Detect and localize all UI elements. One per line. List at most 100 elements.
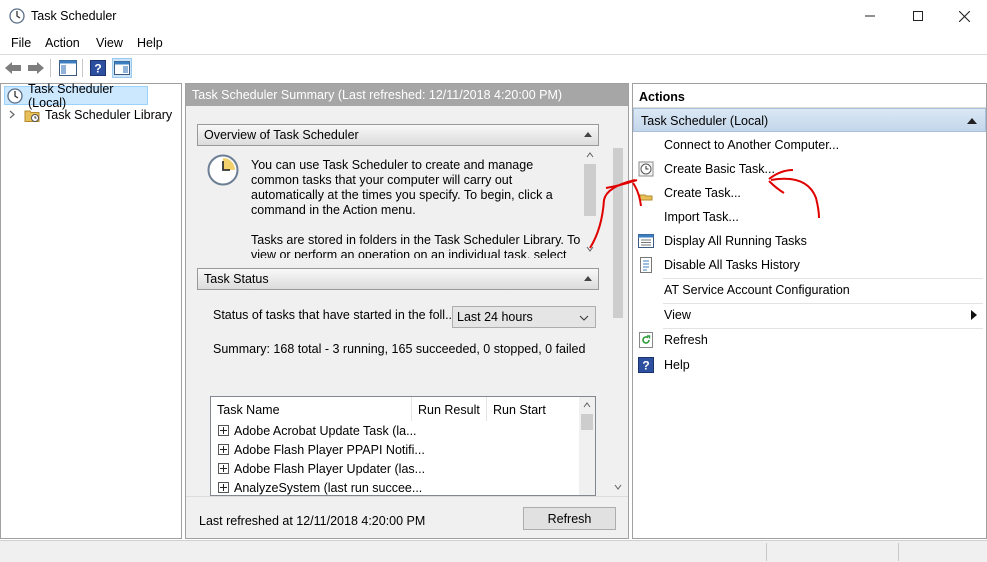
task-name-cell: Adobe Acrobat Update Task (la...	[234, 423, 417, 438]
scroll-down-icon[interactable]	[586, 246, 594, 252]
scroll-up-icon[interactable]	[586, 152, 594, 158]
summary-pane: Task Scheduler Summary (Last refreshed: …	[185, 83, 629, 539]
status-period-value: Last 24 hours	[457, 310, 533, 324]
forward-arrow-icon	[28, 62, 44, 74]
overview-scrollbar[interactable]	[582, 148, 598, 256]
action-label: Connect to Another Computer...	[664, 138, 840, 152]
status-period-select[interactable]: Last 24 hours	[452, 306, 596, 328]
column-header-run-result[interactable]: Run Result	[412, 397, 487, 421]
menu-bar: File Action View Help	[0, 32, 987, 54]
action-label: View	[664, 308, 691, 322]
refresh-button[interactable]: Refresh	[523, 507, 616, 530]
action-view[interactable]: View	[633, 303, 986, 327]
minimize-button[interactable]	[847, 0, 893, 32]
table-scrollbar[interactable]	[579, 397, 595, 495]
clock-icon	[7, 87, 23, 104]
tree-item-task-scheduler-library[interactable]: Task Scheduler Library	[9, 105, 172, 124]
toolbar: ?	[0, 54, 987, 81]
collapse-arrow-icon[interactable]	[967, 118, 977, 124]
tree-item-task-scheduler-local[interactable]: Task Scheduler (Local)	[4, 82, 148, 110]
action-disable-all-tasks-history[interactable]: Disable All Tasks History	[633, 253, 986, 277]
status-bar-separator	[898, 543, 899, 561]
back-button[interactable]	[3, 58, 23, 78]
task-status-title: Task Status	[204, 272, 269, 286]
folder-clock-icon	[24, 107, 40, 123]
column-header-run-start[interactable]: Run Start	[487, 397, 579, 421]
expand-icon[interactable]	[218, 482, 229, 493]
status-period-label: Status of tasks that have started in the…	[213, 308, 456, 322]
list-icon	[638, 233, 654, 249]
maximize-button[interactable]	[895, 0, 941, 32]
status-bar	[0, 540, 987, 562]
action-refresh[interactable]: Refresh	[633, 328, 986, 352]
action-at-service-account-configuration[interactable]: AT Service Account Configuration	[633, 278, 986, 302]
action-create-basic-task[interactable]: Create Basic Task...	[633, 157, 986, 181]
task-status-section-header[interactable]: Task Status	[197, 268, 599, 290]
toolbar-separator	[82, 59, 83, 77]
collapse-arrow-icon[interactable]	[584, 276, 592, 281]
menu-help[interactable]: Help	[137, 36, 163, 50]
summary-scrollbar[interactable]	[610, 146, 626, 494]
action-help[interactable]: ? Help	[633, 353, 986, 377]
folder-icon	[638, 185, 654, 201]
help-toolbar-button[interactable]: ?	[88, 58, 108, 78]
expand-icon[interactable]	[218, 463, 229, 474]
menu-action[interactable]: Action	[45, 36, 80, 50]
scroll-thumb[interactable]	[613, 148, 623, 318]
scroll-up-icon[interactable]	[583, 402, 591, 408]
close-button[interactable]	[941, 0, 987, 32]
action-label: Disable All Tasks History	[664, 258, 800, 272]
actions-group-label: Task Scheduler (Local)	[641, 114, 769, 128]
console-tree-icon	[59, 60, 77, 76]
action-display-all-running-tasks[interactable]: Display All Running Tasks	[633, 229, 986, 253]
overview-title: Overview of Task Scheduler	[204, 128, 359, 142]
action-label: Help	[664, 358, 690, 372]
expand-icon[interactable]	[218, 425, 229, 436]
svg-text:?: ?	[94, 62, 101, 76]
overview-body: You can use Task Scheduler to create and…	[197, 146, 599, 258]
actions-pane: Actions Task Scheduler (Local) Connect t…	[632, 83, 987, 539]
last-refreshed-text: Last refreshed at 12/11/2018 4:20:00 PM	[199, 514, 426, 528]
tree-item-label: Task Scheduler Library	[45, 107, 173, 122]
chevron-right-icon[interactable]	[9, 110, 18, 119]
expand-icon[interactable]	[218, 444, 229, 455]
collapse-arrow-icon[interactable]	[584, 132, 592, 137]
table-row[interactable]: Adobe Acrobat Update Task (la...	[211, 421, 581, 440]
actions-title: Actions	[633, 84, 986, 108]
table-row[interactable]: AnalyzeSystem (last run succee...	[211, 478, 581, 495]
action-pane-icon	[114, 61, 130, 75]
action-connect-to-another-computer[interactable]: Connect to Another Computer...	[633, 133, 986, 157]
action-label: Import Task...	[664, 210, 739, 224]
scroll-thumb[interactable]	[581, 414, 593, 430]
menu-file[interactable]: File	[11, 36, 31, 50]
table-row[interactable]: Adobe Flash Player PPAPI Notifi...	[211, 440, 581, 459]
table-row[interactable]: Adobe Flash Player Updater (las...	[211, 459, 581, 478]
scroll-thumb[interactable]	[584, 164, 596, 216]
maximize-icon	[913, 11, 923, 21]
back-arrow-icon	[5, 62, 21, 74]
menu-view[interactable]: View	[96, 36, 123, 50]
overview-section-header[interactable]: Overview of Task Scheduler	[197, 124, 599, 146]
task-name-cell: Adobe Flash Player PPAPI Notifi...	[234, 442, 425, 457]
show-hide-action-pane-button[interactable]	[112, 58, 132, 78]
scroll-down-icon[interactable]	[614, 484, 622, 490]
console-tree: Task Scheduler (Local) Task Scheduler Li…	[0, 82, 182, 539]
overview-paragraph-2: Tasks are stored in folders in the Task …	[251, 233, 581, 258]
action-create-task[interactable]: Create Task...	[633, 181, 986, 205]
refresh-icon	[638, 332, 654, 348]
summary-header: Task Scheduler Summary (Last refreshed: …	[186, 84, 628, 106]
clock-icon	[638, 161, 654, 177]
action-label: Create Task...	[664, 186, 741, 200]
actions-group-header[interactable]: Task Scheduler (Local)	[633, 108, 986, 132]
forward-button[interactable]	[26, 58, 46, 78]
status-bar-separator	[766, 543, 767, 561]
help-icon: ?	[638, 357, 654, 373]
close-icon	[958, 10, 970, 22]
show-hide-console-tree-button[interactable]	[58, 58, 78, 78]
task-name-cell: AnalyzeSystem (last run succee...	[234, 480, 423, 495]
column-header-task-name[interactable]: Task Name	[211, 397, 412, 421]
action-import-task[interactable]: Import Task...	[633, 205, 986, 229]
action-label: Create Basic Task...	[664, 162, 775, 176]
clock-icon	[207, 154, 239, 186]
action-label: Refresh	[664, 333, 708, 347]
